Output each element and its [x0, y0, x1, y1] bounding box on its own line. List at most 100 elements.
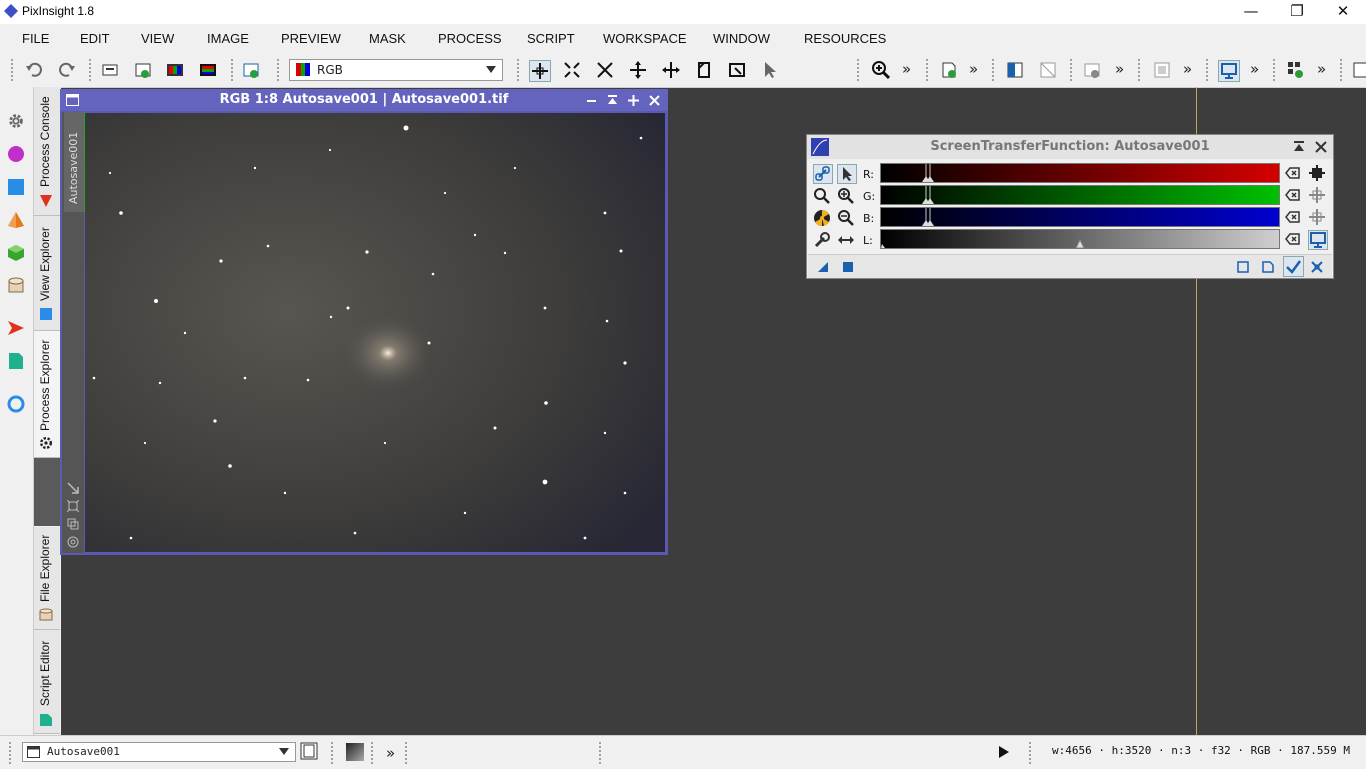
- toolbar-more[interactable]: »: [1115, 60, 1124, 78]
- window-icon[interactable]: [1152, 60, 1172, 80]
- image-properties-icon[interactable]: [100, 60, 120, 80]
- crosshair-icon[interactable]: [1308, 164, 1326, 182]
- cube-icon[interactable]: [7, 244, 25, 262]
- cancel-icon[interactable]: [1310, 260, 1324, 274]
- stf-handles[interactable]: [921, 186, 941, 204]
- crosshair-icon[interactable]: [1308, 186, 1326, 204]
- partial-icon[interactable]: [1352, 60, 1366, 80]
- target-icon[interactable]: [7, 395, 25, 413]
- view-tab[interactable]: Autosave001: [64, 112, 86, 212]
- menu-view[interactable]: VIEW: [141, 31, 174, 46]
- menu-process[interactable]: PROCESS: [438, 31, 502, 46]
- new-preview-icon[interactable]: [241, 60, 261, 80]
- zoom-out-icon[interactable]: [837, 209, 855, 227]
- gear-icon[interactable]: [7, 112, 25, 130]
- menu-mask[interactable]: MASK: [369, 31, 406, 46]
- menu-file[interactable]: FILE: [22, 31, 49, 46]
- fit-icon[interactable]: [67, 500, 79, 512]
- menu-preview[interactable]: PREVIEW: [281, 31, 341, 46]
- statusbar-more[interactable]: »: [386, 744, 395, 762]
- menu-window[interactable]: WINDOW: [713, 31, 770, 46]
- toolbar-more[interactable]: »: [969, 60, 978, 78]
- chevron-down-icon[interactable]: [486, 66, 496, 73]
- process-icon[interactable]: [1082, 60, 1102, 80]
- toolbar-more[interactable]: »: [1183, 60, 1192, 78]
- channel-b-slider[interactable]: [880, 207, 1280, 227]
- astro-image-canvas[interactable]: [85, 113, 665, 552]
- new-image-icon[interactable]: [133, 60, 153, 80]
- rgb-channels-icon[interactable]: [165, 60, 185, 80]
- undo-icon[interactable]: [24, 60, 44, 80]
- tab-file-explorer[interactable]: File Explorer: [34, 527, 60, 630]
- image-window[interactable]: RGB 1:8 Autosave001 | Autosave001.tif Au…: [60, 89, 668, 555]
- shade-icon[interactable]: [607, 95, 618, 106]
- mask-icon[interactable]: [1005, 60, 1025, 80]
- toolbar-more[interactable]: »: [902, 60, 911, 78]
- stf-title[interactable]: ScreenTransferFunction: Autosave001: [807, 135, 1333, 159]
- reset-icon[interactable]: [1284, 164, 1302, 182]
- close-icon[interactable]: [1315, 141, 1327, 153]
- tab-script-editor[interactable]: Script Editor: [34, 630, 60, 734]
- crosshair-icon[interactable]: [1308, 208, 1326, 226]
- wrench-icon[interactable]: [813, 231, 831, 249]
- image-window-title[interactable]: RGB 1:8 Autosave001 | Autosave001.tif: [60, 89, 668, 111]
- menu-workspace[interactable]: WORKSPACE: [603, 31, 687, 46]
- tab-view-explorer[interactable]: View Explorer: [34, 216, 60, 331]
- invert-mask-icon[interactable]: [1038, 60, 1058, 80]
- edit-preview-mode-icon[interactable]: [727, 60, 747, 80]
- stf-handles[interactable]: [921, 208, 941, 226]
- expand-arrows-icon[interactable]: [628, 60, 648, 80]
- new-preview-mode-icon[interactable]: [694, 60, 714, 80]
- script-doc-icon[interactable]: [7, 352, 25, 370]
- link-channels-icon[interactable]: [813, 164, 833, 184]
- menu-script[interactable]: SCRIPT: [527, 31, 575, 46]
- view-page-icon[interactable]: [300, 742, 318, 760]
- auto-stretch-icon[interactable]: [813, 209, 831, 227]
- channel-l-slider[interactable]: [880, 229, 1280, 249]
- toolbar-more[interactable]: »: [1250, 60, 1259, 78]
- new-instance-icon[interactable]: [939, 60, 959, 80]
- readout-mode-icon[interactable]: [529, 60, 551, 82]
- tab-process-console[interactable]: Process Console: [34, 87, 60, 216]
- zoom-icon[interactable]: [813, 187, 831, 205]
- screen-transfer-function-icon[interactable]: [1218, 60, 1240, 82]
- chevron-down-icon[interactable]: [279, 748, 289, 755]
- color-channels-icon[interactable]: [198, 60, 218, 80]
- channel-r-slider[interactable]: [880, 163, 1280, 183]
- pointer-icon[interactable]: [837, 164, 857, 184]
- play-icon[interactable]: [998, 745, 1010, 759]
- minimize-button[interactable]: —: [1228, 0, 1274, 24]
- stf-handles[interactable]: [881, 230, 1279, 248]
- fit-view-icon[interactable]: [595, 60, 615, 80]
- redo-icon[interactable]: [57, 60, 77, 80]
- maximize-button[interactable]: ❐: [1274, 0, 1320, 24]
- resize-icon[interactable]: [67, 482, 79, 494]
- view-select[interactable]: RGB: [289, 59, 503, 81]
- menu-image[interactable]: IMAGE: [207, 31, 249, 46]
- grid-new-icon[interactable]: [1286, 60, 1306, 80]
- reset-icon[interactable]: [1284, 208, 1302, 226]
- menu-resources[interactable]: RESOURCES: [804, 31, 886, 46]
- reset-icon[interactable]: [1284, 230, 1302, 248]
- stop-icon[interactable]: [841, 260, 855, 274]
- gradient-swatch-icon[interactable]: [346, 743, 364, 761]
- screen-transfer-function-panel[interactable]: ScreenTransferFunction: Autosave001 R: G…: [806, 134, 1334, 279]
- tab-process-explorer[interactable]: Process Explorer: [34, 331, 60, 458]
- maximize-icon[interactable]: [628, 95, 639, 106]
- apply-checkmark-icon[interactable]: [1283, 256, 1304, 277]
- pan-mode-icon[interactable]: [661, 60, 681, 80]
- preferences-icon[interactable]: [1236, 260, 1250, 274]
- zoom-to-fit-icon[interactable]: [562, 60, 582, 80]
- close-button[interactable]: ✕: [1320, 0, 1366, 24]
- pyramid-icon[interactable]: [7, 211, 25, 229]
- reset-icon[interactable]: [1284, 186, 1302, 204]
- pointer-mode-icon[interactable]: [760, 60, 780, 80]
- circle-icon[interactable]: [7, 145, 25, 163]
- horizontal-arrows-icon[interactable]: [837, 231, 855, 249]
- clone-icon[interactable]: [67, 518, 79, 530]
- minimize-icon[interactable]: [586, 95, 597, 106]
- shade-icon[interactable]: [1293, 141, 1305, 153]
- square-icon[interactable]: [7, 178, 25, 196]
- new-instance-icon[interactable]: [816, 260, 830, 274]
- reset-all-icon[interactable]: [1261, 260, 1275, 274]
